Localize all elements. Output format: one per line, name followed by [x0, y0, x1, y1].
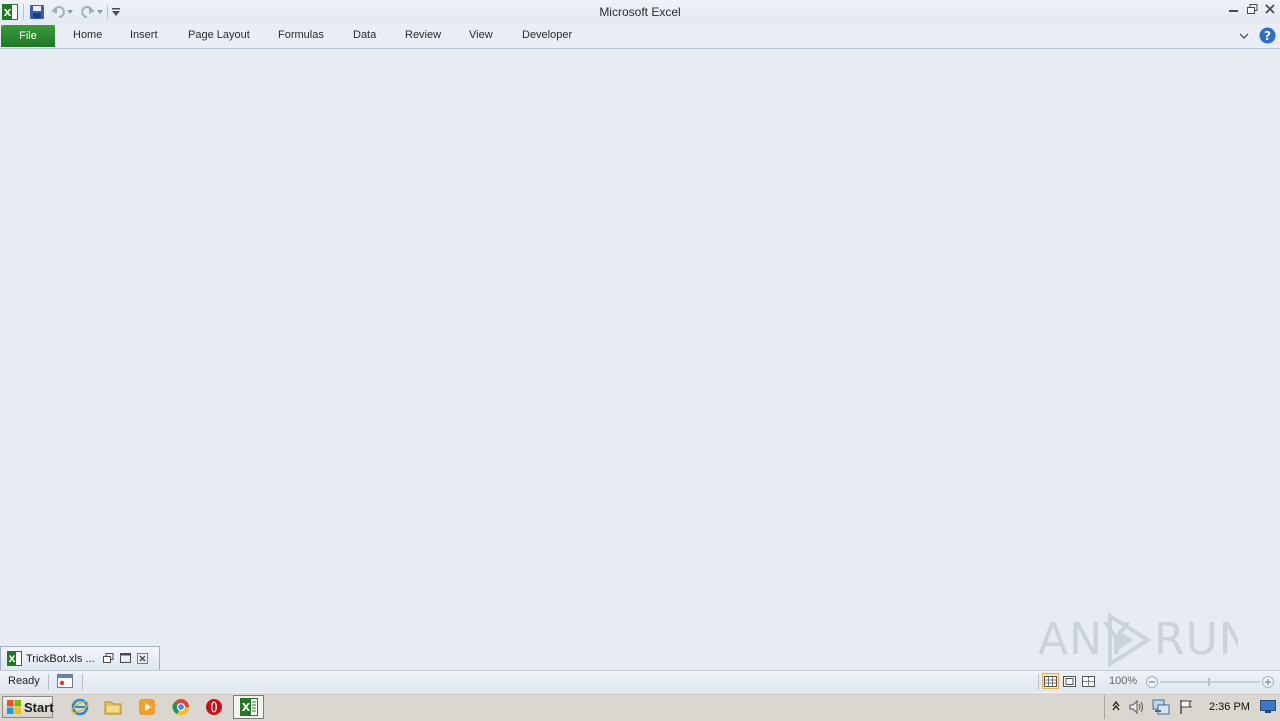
window-title: Microsoft Excel	[599, 5, 681, 19]
workbook-maximize-icon[interactable]	[119, 653, 131, 664]
internet-explorer-icon[interactable]	[70, 697, 90, 717]
excel-taskbar-icon: X	[239, 698, 258, 716]
taskbar-clock[interactable]: 2:36 PM	[1209, 701, 1250, 713]
minimize-icon[interactable]	[1228, 2, 1240, 16]
tab-insert[interactable]: Insert	[130, 27, 158, 43]
tab-view[interactable]: View	[469, 27, 493, 43]
status-ready: Ready	[8, 675, 40, 687]
action-center-flag-icon[interactable]	[1178, 699, 1194, 718]
minimized-workbook[interactable]: X TrickBot.xls ...	[0, 646, 160, 670]
volume-icon[interactable]	[1128, 699, 1146, 718]
svg-text:X: X	[241, 701, 250, 714]
view-buttons	[1042, 673, 1097, 689]
page-break-view-icon[interactable]	[1080, 673, 1097, 689]
zoom-slider[interactable]	[1146, 674, 1276, 690]
ribbon-tabs: File Home Insert Page Layout Formulas Da…	[0, 24, 1280, 49]
tab-file[interactable]: File	[1, 25, 55, 47]
page-layout-view-icon[interactable]	[1061, 673, 1078, 689]
workbook-title: TrickBot.xls ...	[26, 652, 95, 665]
taskbar: Start X 2:36 PM	[0, 692, 1280, 721]
tab-data[interactable]: Data	[353, 27, 376, 43]
start-button[interactable]: Start	[2, 696, 54, 718]
status-divider	[82, 674, 83, 690]
windows-flag-icon	[6, 699, 22, 715]
close-icon[interactable]	[1264, 2, 1276, 16]
svg-text:X: X	[9, 655, 16, 665]
media-player-icon[interactable]	[137, 697, 157, 717]
window-controls	[1228, 2, 1276, 16]
svg-text:RUN: RUN	[1154, 614, 1238, 665]
file-explorer-icon[interactable]	[103, 697, 123, 717]
status-bar: Ready 100%	[0, 670, 1280, 693]
workbook-close-icon[interactable]	[136, 653, 148, 664]
show-hidden-icons-icon[interactable]	[1112, 700, 1120, 715]
svg-text:?: ?	[1264, 29, 1271, 43]
start-label: Start	[24, 699, 54, 715]
taskbar-excel-button[interactable]: X	[233, 695, 264, 719]
title-bar: X Microsoft Excel	[0, 0, 1280, 24]
restore-icon[interactable]	[1246, 2, 1258, 16]
zoom-level[interactable]: 100%	[1109, 675, 1137, 687]
system-tray: 2:36 PM	[1104, 695, 1280, 719]
network-icon[interactable]	[1152, 699, 1170, 718]
status-divider	[48, 674, 49, 690]
workbook-icon: X	[7, 651, 22, 666]
normal-view-icon[interactable]	[1042, 673, 1059, 689]
anyrun-watermark: ANY RUN	[1038, 606, 1238, 670]
workbook-restore-icon[interactable]	[102, 653, 114, 664]
tab-developer[interactable]: Developer	[522, 27, 572, 43]
tray-divider	[1104, 695, 1105, 719]
opera-icon[interactable]	[204, 697, 224, 717]
tab-page-layout[interactable]: Page Layout	[188, 27, 250, 43]
tab-review[interactable]: Review	[405, 27, 441, 43]
help-icon[interactable]: ?	[1259, 27, 1276, 47]
tab-home[interactable]: Home	[73, 27, 102, 43]
macro-record-icon[interactable]	[57, 674, 73, 691]
tab-formulas[interactable]: Formulas	[278, 27, 324, 43]
show-desktop-icon[interactable]	[1260, 700, 1276, 717]
minimize-ribbon-icon[interactable]	[1239, 31, 1249, 43]
status-divider	[1038, 674, 1039, 690]
chrome-icon[interactable]	[171, 697, 191, 717]
